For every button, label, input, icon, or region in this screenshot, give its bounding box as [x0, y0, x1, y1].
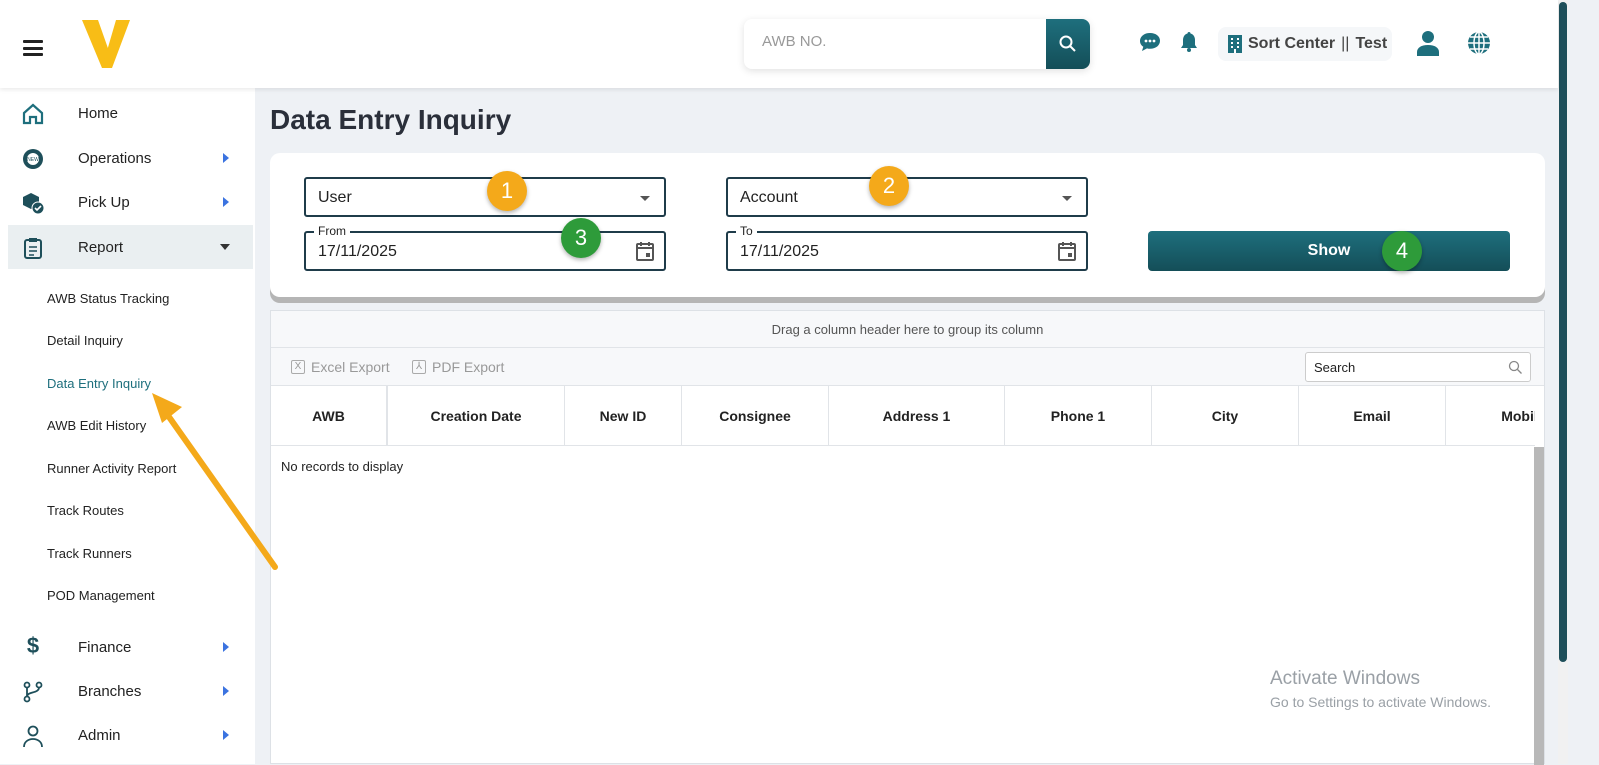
sidebar-item-label: Branches [78, 682, 142, 700]
from-date-value: 17/11/2025 [318, 243, 397, 260]
from-label: From [314, 224, 350, 238]
sidebar-item-label: Pick Up [78, 193, 130, 211]
company-logo [82, 20, 130, 68]
watermark-subtitle: Go to Settings to activate Windows. [1270, 694, 1491, 710]
bell-icon[interactable] [1179, 31, 1199, 53]
menu-toggle-icon[interactable] [23, 40, 43, 56]
pdf-export-button[interactable]: ⅄ PDF Export [412, 359, 504, 375]
new-badge-icon: NEW [23, 149, 43, 169]
sidebar-item-operations[interactable]: NEW Operations [8, 136, 253, 180]
package-check-icon [23, 193, 44, 214]
user-profile-icon[interactable] [1416, 30, 1440, 56]
globe-icon[interactable] [1467, 31, 1491, 55]
chevron-down-icon [220, 244, 230, 250]
annotation-badge-4: 4 [1382, 231, 1422, 271]
grid-search [1305, 352, 1531, 382]
sidebar-item-admin[interactable]: Admin [8, 713, 253, 757]
sidebar-item-label: Report [78, 238, 124, 256]
column-header-consignee[interactable]: Consignee [682, 386, 829, 445]
annotation-badge-3: 3 [561, 218, 601, 258]
search-icon[interactable] [1508, 360, 1522, 374]
annotation-badge-2: 2 [869, 166, 909, 206]
report-sub-track-runners[interactable]: Track Runners [47, 546, 132, 561]
caret-down-icon [640, 196, 650, 201]
branch-icon [23, 681, 43, 703]
grid-scrollbar[interactable] [1534, 447, 1544, 765]
column-header-email[interactable]: Email [1299, 386, 1446, 445]
sidebar-item-branches[interactable]: Branches [8, 669, 253, 713]
column-header-creation-date[interactable]: Creation Date [388, 386, 565, 445]
sidebar-item-pickup[interactable]: Pick Up [8, 180, 253, 224]
excel-export-label: Excel Export [311, 359, 390, 375]
pdf-export-label: PDF Export [432, 359, 505, 375]
sidebar-item-finance[interactable]: $ Finance [8, 625, 253, 669]
caret-down-icon [1062, 196, 1072, 201]
calendar-icon[interactable] [1058, 241, 1076, 261]
grid-toolbar: X Excel Export ⅄ PDF Export [271, 348, 1544, 386]
center-name: Test [1355, 35, 1388, 52]
scrollbar-thumb[interactable] [1559, 2, 1567, 662]
excel-export-button[interactable]: X Excel Export [291, 359, 390, 375]
show-button[interactable]: Show [1148, 231, 1510, 271]
sidebar-item-label: Home [78, 104, 119, 122]
windows-activation-watermark: Activate Windows Go to Settings to activ… [1270, 668, 1491, 710]
excel-icon: X [291, 360, 305, 374]
chevron-right-icon [223, 197, 229, 207]
report-sub-data-entry-inquiry[interactable]: Data Entry Inquiry [47, 376, 151, 391]
sidebar-item-label: Operations [78, 149, 152, 167]
page-scrollbar[interactable] [1558, 0, 1568, 764]
center-separator: || [1341, 35, 1350, 52]
sidebar-item-label: Finance [78, 638, 132, 656]
to-date-value: 17/11/2025 [740, 243, 819, 260]
sidebar-item-label: Admin [78, 726, 121, 744]
clipboard-icon [24, 238, 42, 259]
person-icon [23, 725, 43, 747]
chevron-right-icon [223, 730, 229, 740]
search-icon [1059, 35, 1076, 52]
top-header: Sort Center || Test [0, 0, 1558, 88]
account-select-value: Account [740, 189, 798, 206]
chevron-right-icon [223, 686, 229, 696]
empty-message: No records to display [281, 459, 404, 474]
filter-card: User Account From 17/11/2025 To 17/11/2025… [270, 153, 1545, 297]
group-panel[interactable]: Drag a column header here to group its c… [271, 311, 1544, 348]
to-label: To [736, 224, 757, 238]
grid-header-row: AWB Creation Date New ID Consignee Addre… [271, 386, 1535, 446]
report-sub-awb-status[interactable]: AWB Status Tracking [47, 291, 169, 306]
center-label: Sort Center [1248, 35, 1336, 52]
column-header-phone-1[interactable]: Phone 1 [1005, 386, 1152, 445]
calendar-icon[interactable] [636, 241, 654, 261]
sidebar-item-report[interactable]: Report [8, 225, 253, 269]
awb-search [744, 19, 1090, 69]
user-select[interactable]: User [304, 177, 666, 217]
search-button[interactable] [1046, 19, 1090, 69]
column-header-address-1[interactable]: Address 1 [829, 386, 1005, 445]
page-title: Data Entry Inquiry [270, 104, 512, 135]
from-date-field[interactable]: From 17/11/2025 [304, 224, 666, 271]
branch-selector[interactable]: Sort Center || Test [1218, 27, 1392, 61]
grid-search-input[interactable] [1314, 360, 1494, 375]
chevron-right-icon [223, 153, 229, 163]
report-sub-track-routes[interactable]: Track Routes [47, 503, 124, 518]
watermark-title: Activate Windows [1270, 668, 1420, 689]
column-header-city[interactable]: City [1152, 386, 1299, 445]
chevron-right-icon [223, 642, 229, 652]
report-sub-pod-management[interactable]: POD Management [47, 588, 155, 603]
pdf-icon: ⅄ [412, 360, 426, 374]
building-icon [1228, 35, 1242, 53]
annotation-badge-1: 1 [487, 171, 527, 211]
to-date-field[interactable]: To 17/11/2025 [726, 224, 1088, 271]
chat-icon[interactable] [1139, 31, 1161, 53]
home-icon [22, 103, 44, 125]
sidebar-item-home[interactable]: Home [8, 91, 253, 135]
column-header-mobile[interactable]: Mobil [1446, 386, 1535, 445]
report-sub-detail-inquiry[interactable]: Detail Inquiry [47, 333, 123, 348]
svg-text:NEW: NEW [27, 157, 39, 163]
user-select-value: User [318, 189, 352, 206]
dollar-icon: $ [26, 633, 40, 658]
report-sub-awb-edit-history[interactable]: AWB Edit History [47, 418, 146, 433]
column-header-new-id[interactable]: New ID [565, 386, 682, 445]
awb-search-input[interactable] [762, 33, 1032, 50]
annotation-arrow [152, 393, 278, 570]
